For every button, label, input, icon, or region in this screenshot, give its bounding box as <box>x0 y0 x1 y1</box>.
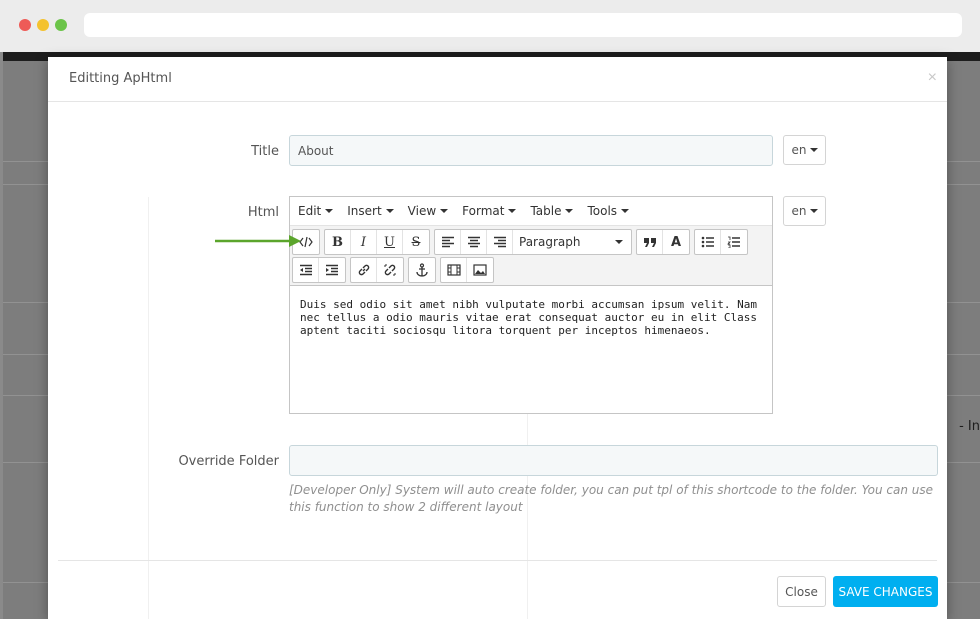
editor-toolbar: B I U S Paragraph A <box>290 226 772 286</box>
title-input[interactable]: About <box>289 135 773 166</box>
menu-edit[interactable]: Edit <box>298 204 334 218</box>
bg-partial-text: - In <box>959 419 980 434</box>
outdent-button[interactable] <box>293 258 319 282</box>
menu-label: Edit <box>298 204 322 218</box>
browser-bar <box>0 0 980 52</box>
menu-tools[interactable]: Tools <box>587 204 630 218</box>
film-icon <box>446 264 461 276</box>
chevron-down-icon <box>440 209 449 213</box>
anchor-icon <box>416 263 428 277</box>
menu-label: Format <box>462 204 505 218</box>
align-left-icon <box>441 236 454 248</box>
align-center-icon <box>467 236 480 248</box>
align-right-icon <box>493 236 506 248</box>
address-bar[interactable] <box>84 13 962 37</box>
menu-insert[interactable]: Insert <box>347 204 394 218</box>
text-color-button[interactable]: A <box>663 230 689 254</box>
html-lang-dropdown[interactable]: en <box>783 196 826 226</box>
strikethrough-button[interactable]: S <box>403 230 429 254</box>
quote-icon <box>643 238 656 247</box>
pointer-arrow-icon <box>215 235 301 247</box>
block-format-select[interactable]: Paragraph <box>513 230 631 254</box>
chevron-down-icon <box>385 209 394 213</box>
title-lang-dropdown[interactable]: en <box>783 135 826 165</box>
unlink-button[interactable] <box>377 258 403 282</box>
title-label: Title <box>251 144 279 159</box>
toolbar-row-2 <box>292 257 494 283</box>
anchor-button[interactable] <box>409 258 435 282</box>
override-folder-label: Override Folder <box>178 454 279 469</box>
insert-link-button[interactable] <box>351 258 377 282</box>
align-left-button[interactable] <box>435 230 461 254</box>
toolbar-group-lists <box>694 229 748 255</box>
toolbar-group-link <box>350 257 404 283</box>
unlink-icon <box>384 264 396 276</box>
numbered-list-button[interactable] <box>721 230 747 254</box>
toolbar-group-quote: A <box>636 229 690 255</box>
window-minimize-dot[interactable] <box>37 19 49 31</box>
menu-label: View <box>407 204 437 218</box>
underline-button[interactable]: U <box>377 230 403 254</box>
chevron-down-icon <box>809 209 818 213</box>
image-icon <box>473 264 487 276</box>
menu-label: Insert <box>347 204 382 218</box>
menu-label: Table <box>530 204 562 218</box>
override-folder-input[interactable] <box>289 445 938 476</box>
save-changes-button[interactable]: SAVE CHANGES <box>833 576 938 607</box>
link-icon <box>358 264 369 276</box>
block-format-value: Paragraph <box>519 235 581 249</box>
italic-button[interactable]: I <box>351 230 377 254</box>
toolbar-group-indent <box>292 257 346 283</box>
chevron-down-icon <box>615 240 623 244</box>
blockquote-button[interactable] <box>637 230 663 254</box>
chevron-down-icon <box>621 209 630 213</box>
outdent-icon <box>299 264 312 276</box>
bullet-list-icon <box>701 236 714 248</box>
modal-title: Editting ApHtml <box>69 71 172 86</box>
html-lang-label: en <box>791 204 807 218</box>
window-maximize-dot[interactable] <box>55 19 67 31</box>
chevron-down-icon <box>325 209 334 213</box>
toolbar-group-text-style: B I U S <box>324 229 430 255</box>
bold-button[interactable]: B <box>325 230 351 254</box>
edit-modal: Editting ApHtml × Title About en Html en… <box>48 57 947 619</box>
bullet-list-button[interactable] <box>695 230 721 254</box>
menu-format[interactable]: Format <box>462 204 517 218</box>
toolbar-group-align: Paragraph <box>434 229 632 255</box>
toolbar-row-1: B I U S Paragraph A <box>292 229 748 255</box>
indent-icon <box>326 264 338 276</box>
rich-text-editor: Edit Insert View Format Table Tools B I … <box>289 196 773 414</box>
chevron-down-icon <box>809 148 818 152</box>
editor-menubar: Edit Insert View Format Table Tools <box>290 197 772 226</box>
close-icon[interactable]: × <box>928 69 937 87</box>
menu-table[interactable]: Table <box>530 204 574 218</box>
editor-content[interactable]: Duis sed odio sit amet nibh vulputate mo… <box>290 286 772 349</box>
modal-header: Editting ApHtml × <box>48 57 947 102</box>
window-close-dot[interactable] <box>19 19 31 31</box>
menu-view[interactable]: View <box>407 204 449 218</box>
override-folder-help: [Developer Only] System will auto create… <box>289 483 933 514</box>
insert-image-button[interactable] <box>467 258 493 282</box>
title-lang-label: en <box>791 143 807 157</box>
numbered-list-icon <box>727 236 740 248</box>
menu-label: Tools <box>587 204 618 218</box>
chevron-down-icon <box>508 209 517 213</box>
align-right-button[interactable] <box>487 230 513 254</box>
close-button[interactable]: Close <box>777 576 826 607</box>
toolbar-group-media <box>440 257 494 283</box>
indent-button[interactable] <box>319 258 345 282</box>
toolbar-group-anchor <box>408 257 436 283</box>
insert-media-button[interactable] <box>441 258 467 282</box>
chevron-down-icon <box>565 209 574 213</box>
align-center-button[interactable] <box>461 230 487 254</box>
html-label: Html <box>247 205 279 220</box>
